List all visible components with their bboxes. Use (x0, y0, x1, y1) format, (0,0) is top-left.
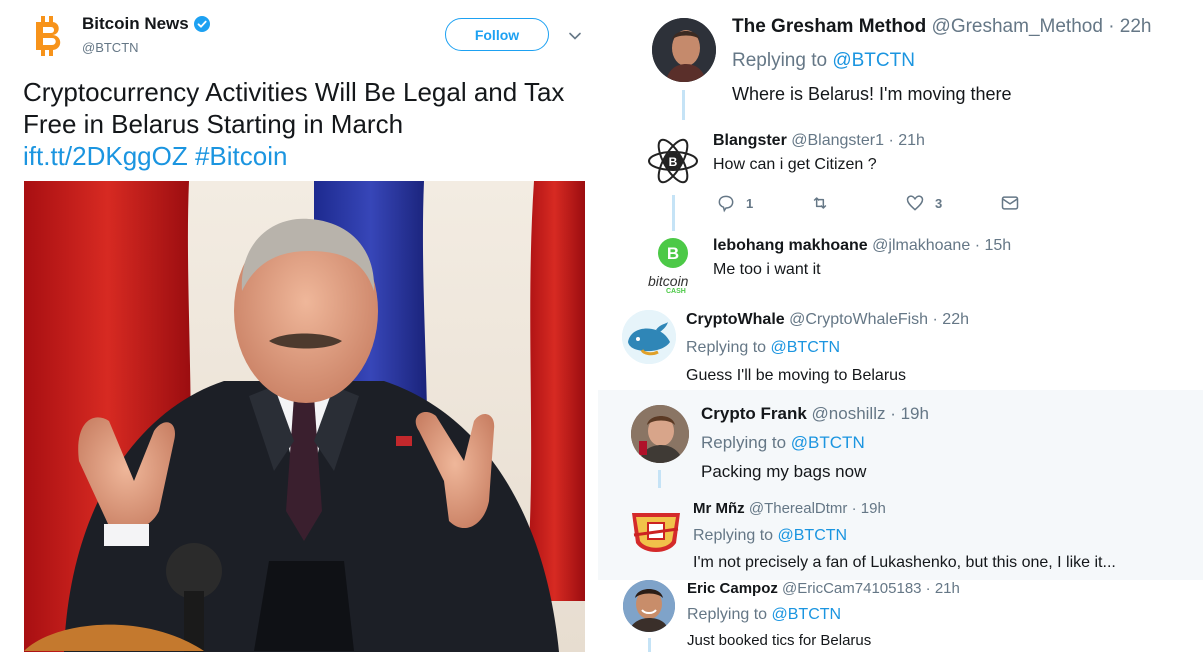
reply-time[interactable]: · 19h (890, 404, 929, 423)
reply-thread-3: Crypto Frank @noshillz · 19h Replying to… (598, 390, 1203, 580)
avatar[interactable] (623, 580, 675, 632)
avatar[interactable]: B (646, 134, 700, 188)
eric-campoz-avatar-image (623, 580, 675, 632)
avatar-brand-text: bitcoin (648, 273, 689, 289)
gresham-avatar-image (652, 18, 716, 82)
reply-text: How can i get Citizen ? (713, 156, 877, 173)
replying-to: Replying to @BTCTN (732, 50, 915, 72)
reply-header: Crypto Frank @noshillz · 19h (701, 404, 929, 424)
reply-author-handle[interactable]: @TherealDtmr (749, 500, 848, 517)
replying-to-handle[interactable]: @BTCTN (832, 50, 915, 71)
chevron-down-icon[interactable] (567, 28, 583, 44)
tweet-author[interactable]: Bitcoin News (82, 14, 210, 34)
retweet-action[interactable] (810, 193, 830, 213)
tweet-link[interactable]: ift.tt/2DKggOZ (23, 141, 188, 171)
original-tweet: Bitcoin News @BTCTN Follow Cryptocurrenc… (0, 0, 605, 652)
thread-line (672, 195, 675, 231)
tweet-photo[interactable] (24, 181, 585, 652)
replying-to-label: Replying to (732, 50, 828, 71)
reply-time[interactable]: · 21h (926, 580, 960, 597)
svg-text:B: B (669, 155, 678, 169)
reply-header: The Gresham Method @Gresham_Method · 22h (732, 16, 1152, 38)
avatar[interactable] (652, 18, 716, 82)
reply-author-handle[interactable]: @noshillz (812, 404, 886, 423)
replying-to-label: Replying to (687, 606, 768, 623)
reply-time[interactable]: · 22h (933, 311, 969, 328)
reply-text: Me too i want it (713, 261, 821, 278)
replying-to-label: Replying to (693, 527, 774, 544)
reply-author-name[interactable]: The Gresham Method (732, 16, 926, 37)
reply-thread-2: CryptoWhale @CryptoWhaleFish · 22h Reply… (585, 300, 1203, 390)
reply-author-handle[interactable]: @EricCam74105183 (782, 580, 921, 597)
crypto-frank-avatar-image (631, 405, 689, 463)
reply-author-name[interactable]: lebohang makhoane (713, 237, 868, 254)
whale-icon (622, 310, 676, 364)
bitcoin-logo-icon[interactable] (30, 14, 68, 58)
reply-thread-1: The Gresham Method @Gresham_Method · 22h… (610, 0, 1203, 300)
reply-text: I'm not precisely a fan of Lukashenko, b… (693, 554, 1116, 571)
reply-text: Guess I'll be moving to Belarus (686, 367, 907, 384)
reply-author-handle[interactable]: @CryptoWhaleFish (789, 311, 928, 328)
svg-text:B: B (667, 244, 679, 263)
replying-to-label: Replying to (701, 433, 787, 452)
replying-to: Replying to @BTCTN (686, 339, 840, 357)
tweet-text: Cryptocurrency Activities Will Be Legal … (23, 76, 593, 172)
reply-author-name[interactable]: Mr Mñz (693, 500, 745, 517)
reply-author-name[interactable]: CryptoWhale (686, 311, 785, 328)
reply-action[interactable]: 1 (716, 193, 753, 213)
reply-time[interactable]: · 15h (975, 237, 1011, 254)
reply-thread-4: Eric Campoz @EricCam74105183 · 21h Reply… (598, 580, 1203, 652)
tweet-author-name[interactable]: Bitcoin News (82, 14, 189, 34)
replying-to-label: Replying to (686, 339, 767, 356)
avatar-brand-subtext: CASH (666, 288, 686, 295)
reply-author-handle[interactable]: @jlmakhoane (872, 237, 970, 254)
reply-header: Mr Mñz @TherealDtmr · 19h (693, 500, 886, 517)
reply-time[interactable]: · 19h (852, 500, 886, 517)
atom-bitcoin-icon: B (648, 138, 698, 184)
reply-icon[interactable] (716, 193, 736, 213)
verified-badge-icon (193, 16, 210, 32)
reply-author-name[interactable]: Eric Campoz (687, 580, 778, 597)
envelope-icon[interactable] (1000, 193, 1020, 213)
replying-to: Replying to @BTCTN (693, 527, 847, 545)
avatar[interactable]: B bitcoin CASH (644, 236, 702, 296)
photo-illustration (24, 181, 585, 652)
tweet-body: Cryptocurrency Activities Will Be Legal … (23, 77, 565, 139)
like-count: 3 (935, 195, 943, 211)
reply-time[interactable]: · 21h (888, 132, 924, 149)
replying-to-handle[interactable]: @BTCTN (771, 339, 841, 356)
replying-to: Replying to @BTCTN (687, 606, 841, 624)
reply-count: 1 (746, 195, 754, 211)
message-action[interactable] (1000, 193, 1020, 213)
reply-author-name[interactable]: Blangster (713, 132, 787, 149)
avatar[interactable] (628, 503, 684, 559)
reply-text: Packing my bags now (701, 462, 867, 481)
thread-line (682, 90, 685, 120)
avatar[interactable] (622, 310, 676, 364)
replying-to-handle[interactable]: @BTCTN (772, 606, 842, 623)
tweet-hashtag[interactable]: #Bitcoin (195, 141, 288, 171)
reply-header: Eric Campoz @EricCam74105183 · 21h (687, 580, 960, 597)
retweet-icon[interactable] (810, 193, 830, 213)
reply-text: Where is Belarus! I'm moving there (732, 84, 1012, 104)
replying-to-handle[interactable]: @BTCTN (778, 527, 848, 544)
reply-text: Just booked tics for Belarus (687, 632, 872, 649)
like-action[interactable]: 3 (905, 193, 942, 213)
follow-button[interactable]: Follow (445, 18, 549, 51)
reply-header: CryptoWhale @CryptoWhaleFish · 22h (686, 311, 969, 329)
thread-line (658, 470, 661, 488)
replying-to-handle[interactable]: @BTCTN (791, 433, 865, 452)
thread-line (648, 638, 651, 652)
reply-author-handle[interactable]: @Blangster1 (791, 132, 884, 149)
avatar[interactable] (631, 405, 689, 463)
crest-avatar-icon (632, 513, 680, 552)
heart-icon[interactable] (905, 193, 925, 213)
reply-author-handle[interactable]: @Gresham_Method (932, 16, 1103, 37)
reply-time[interactable]: · 22h (1108, 16, 1151, 37)
reply-header: lebohang makhoane @jlmakhoane · 15h (713, 237, 1011, 255)
reply-author-name[interactable]: Crypto Frank (701, 404, 807, 423)
reply-header: Blangster @Blangster1 · 21h (713, 132, 925, 150)
replying-to: Replying to @BTCTN (701, 433, 865, 453)
tweet-author-handle[interactable]: @BTCTN (82, 40, 139, 55)
